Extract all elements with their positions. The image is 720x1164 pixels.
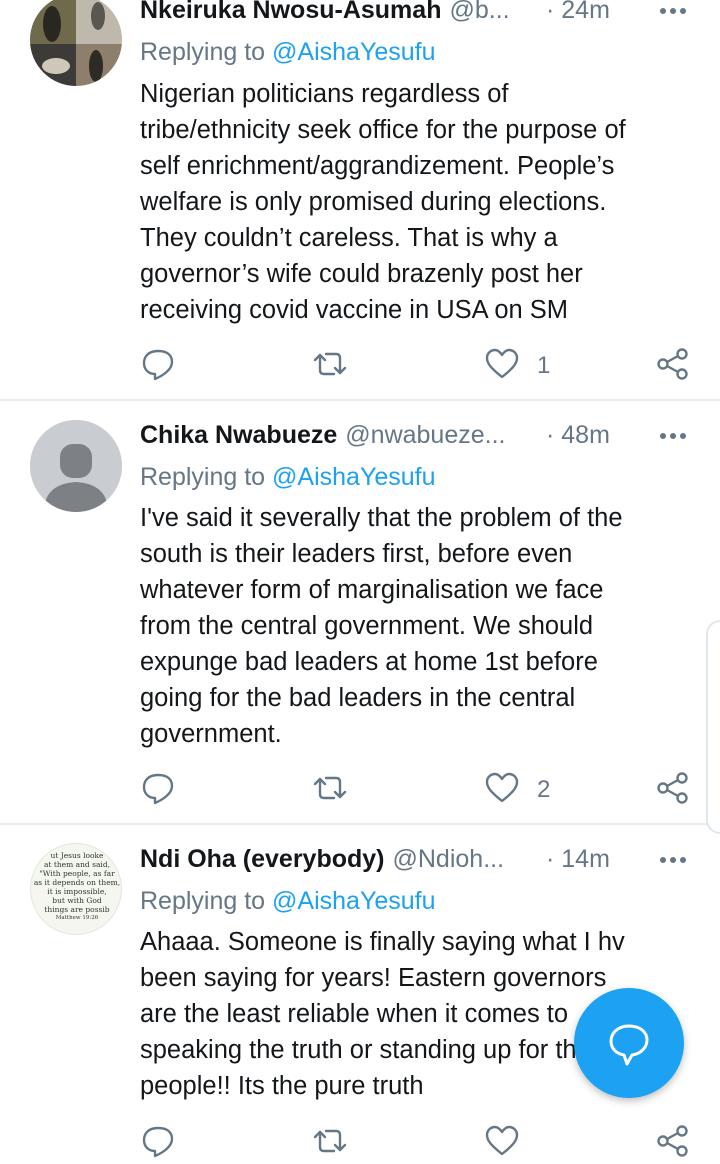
avatar[interactable]: ut Jesus looke at them and said, "With p… xyxy=(30,843,122,935)
replying-prefix: Replying to xyxy=(140,38,273,66)
avatar-verse-line: it is impossible, xyxy=(47,887,107,896)
tweet-text-line: Nigerian politicians regardless of xyxy=(140,80,509,108)
like-count: 2 xyxy=(537,776,551,803)
replying-prefix: Replying to xyxy=(140,463,273,491)
tweet-text-line: government. xyxy=(140,720,282,748)
avatar-verse-text: ut Jesus looke at them and said, "With p… xyxy=(31,851,121,923)
avatar-verse-line: as it depends on them, xyxy=(33,878,121,887)
compose-icon xyxy=(609,1024,649,1066)
like-count: 1 xyxy=(537,352,551,379)
tweet-text-line: self enrichment/aggrandizement. People’s xyxy=(140,152,615,180)
replying-to: Replying to @AishaYesufu xyxy=(140,38,435,67)
tweet-text-line: whatever form of marginalisation we face xyxy=(140,576,604,604)
avatar[interactable] xyxy=(30,420,122,512)
author-handle[interactable]: @Ndioh... xyxy=(393,845,505,873)
mention-link[interactable]: @AishaYesufu xyxy=(272,463,435,491)
tweet-time: · 14m xyxy=(546,845,610,873)
tweet[interactable]: Nkeiruka Nwosu-Asumah @b... · 24m Replyin… xyxy=(0,0,720,398)
mention-link[interactable]: @AishaYesufu xyxy=(272,887,435,915)
avatar-verse-line: "With people, as far xyxy=(39,869,115,878)
retweet-icon[interactable] xyxy=(312,770,348,806)
avatar-verse-line: Matthew 19:26 xyxy=(55,915,99,921)
more-icon[interactable] xyxy=(658,845,688,875)
tweet-text-line: I've said it severally that the problem … xyxy=(140,504,623,532)
replying-prefix: Replying to xyxy=(140,887,273,915)
tweet-text-line: They couldn’t careless. That is why a xyxy=(140,224,558,252)
tweet-text-line: welfare is only promised during election… xyxy=(140,188,607,216)
avatar-verse-line: but with God xyxy=(52,896,102,905)
avatar-verse-line: things are possib xyxy=(44,905,110,914)
avatar[interactable] xyxy=(30,0,122,86)
tweet-text-line: from the central government. We should xyxy=(140,612,594,640)
edge-panel-handle[interactable] xyxy=(706,620,720,834)
reply-icon[interactable] xyxy=(140,1123,176,1159)
compose-button[interactable] xyxy=(574,988,684,1098)
reply-icon[interactable] xyxy=(140,346,176,382)
avatar-verse-line: ut Jesus looke xyxy=(50,851,104,860)
share-icon[interactable] xyxy=(655,346,691,382)
author-handle[interactable]: @nwabueze... xyxy=(345,421,505,449)
tweet-time: · 48m xyxy=(546,421,610,449)
tweet[interactable]: Chika Nwabueze @nwabueze... · 48m Replyin… xyxy=(0,401,720,823)
tweet-text-line: going for the bad leaders in the central xyxy=(140,684,576,712)
tweet-time: · 24m xyxy=(546,0,610,24)
tweet-actions: 2 xyxy=(140,770,700,810)
tweet-text-line: governor’s wife could brazenly post her xyxy=(140,260,583,288)
author-handle[interactable]: @b... xyxy=(449,0,509,24)
avatar-photo xyxy=(30,0,122,86)
tweet-actions: 1 xyxy=(140,346,700,386)
retweet-icon[interactable] xyxy=(312,1123,348,1159)
default-avatar-icon xyxy=(30,420,122,512)
replying-to: Replying to @AishaYesufu xyxy=(140,887,435,916)
replying-to: Replying to @AishaYesufu xyxy=(140,463,435,492)
tweet-text-line: expunge bad leaders at home 1st before xyxy=(140,648,598,676)
share-icon[interactable] xyxy=(655,770,691,806)
author-name[interactable]: Ndi Oha (everybody) xyxy=(140,845,385,873)
like-icon[interactable] xyxy=(484,346,520,382)
tweet-text: Nigerian politicians regardless of tribe… xyxy=(140,76,700,328)
tweet-text-line: tribe/ethnicity seek office for the purp… xyxy=(140,116,626,144)
reply-icon[interactable] xyxy=(140,770,176,806)
author-name[interactable]: Nkeiruka Nwosu-Asumah xyxy=(140,0,441,24)
tweet-text-line: south is their leaders first, before eve… xyxy=(140,540,573,568)
like-icon[interactable] xyxy=(484,770,520,806)
tweet-actions xyxy=(140,1123,700,1163)
more-icon[interactable] xyxy=(658,0,688,26)
tweet-text-line: Ahaaa. Someone is finally saying what I … xyxy=(140,928,625,956)
tweet-text-line: receiving covid vaccine in USA on SM xyxy=(140,296,569,324)
more-icon[interactable] xyxy=(658,421,688,451)
like-icon[interactable] xyxy=(484,1123,520,1159)
retweet-icon[interactable] xyxy=(312,346,348,382)
share-icon[interactable] xyxy=(655,1123,691,1159)
author-name[interactable]: Chika Nwabueze xyxy=(140,421,337,449)
avatar-verse-line: at them and said, xyxy=(43,860,111,869)
mention-link[interactable]: @AishaYesufu xyxy=(272,38,435,66)
tweet-text: I've said it severally that the problem … xyxy=(140,500,700,752)
